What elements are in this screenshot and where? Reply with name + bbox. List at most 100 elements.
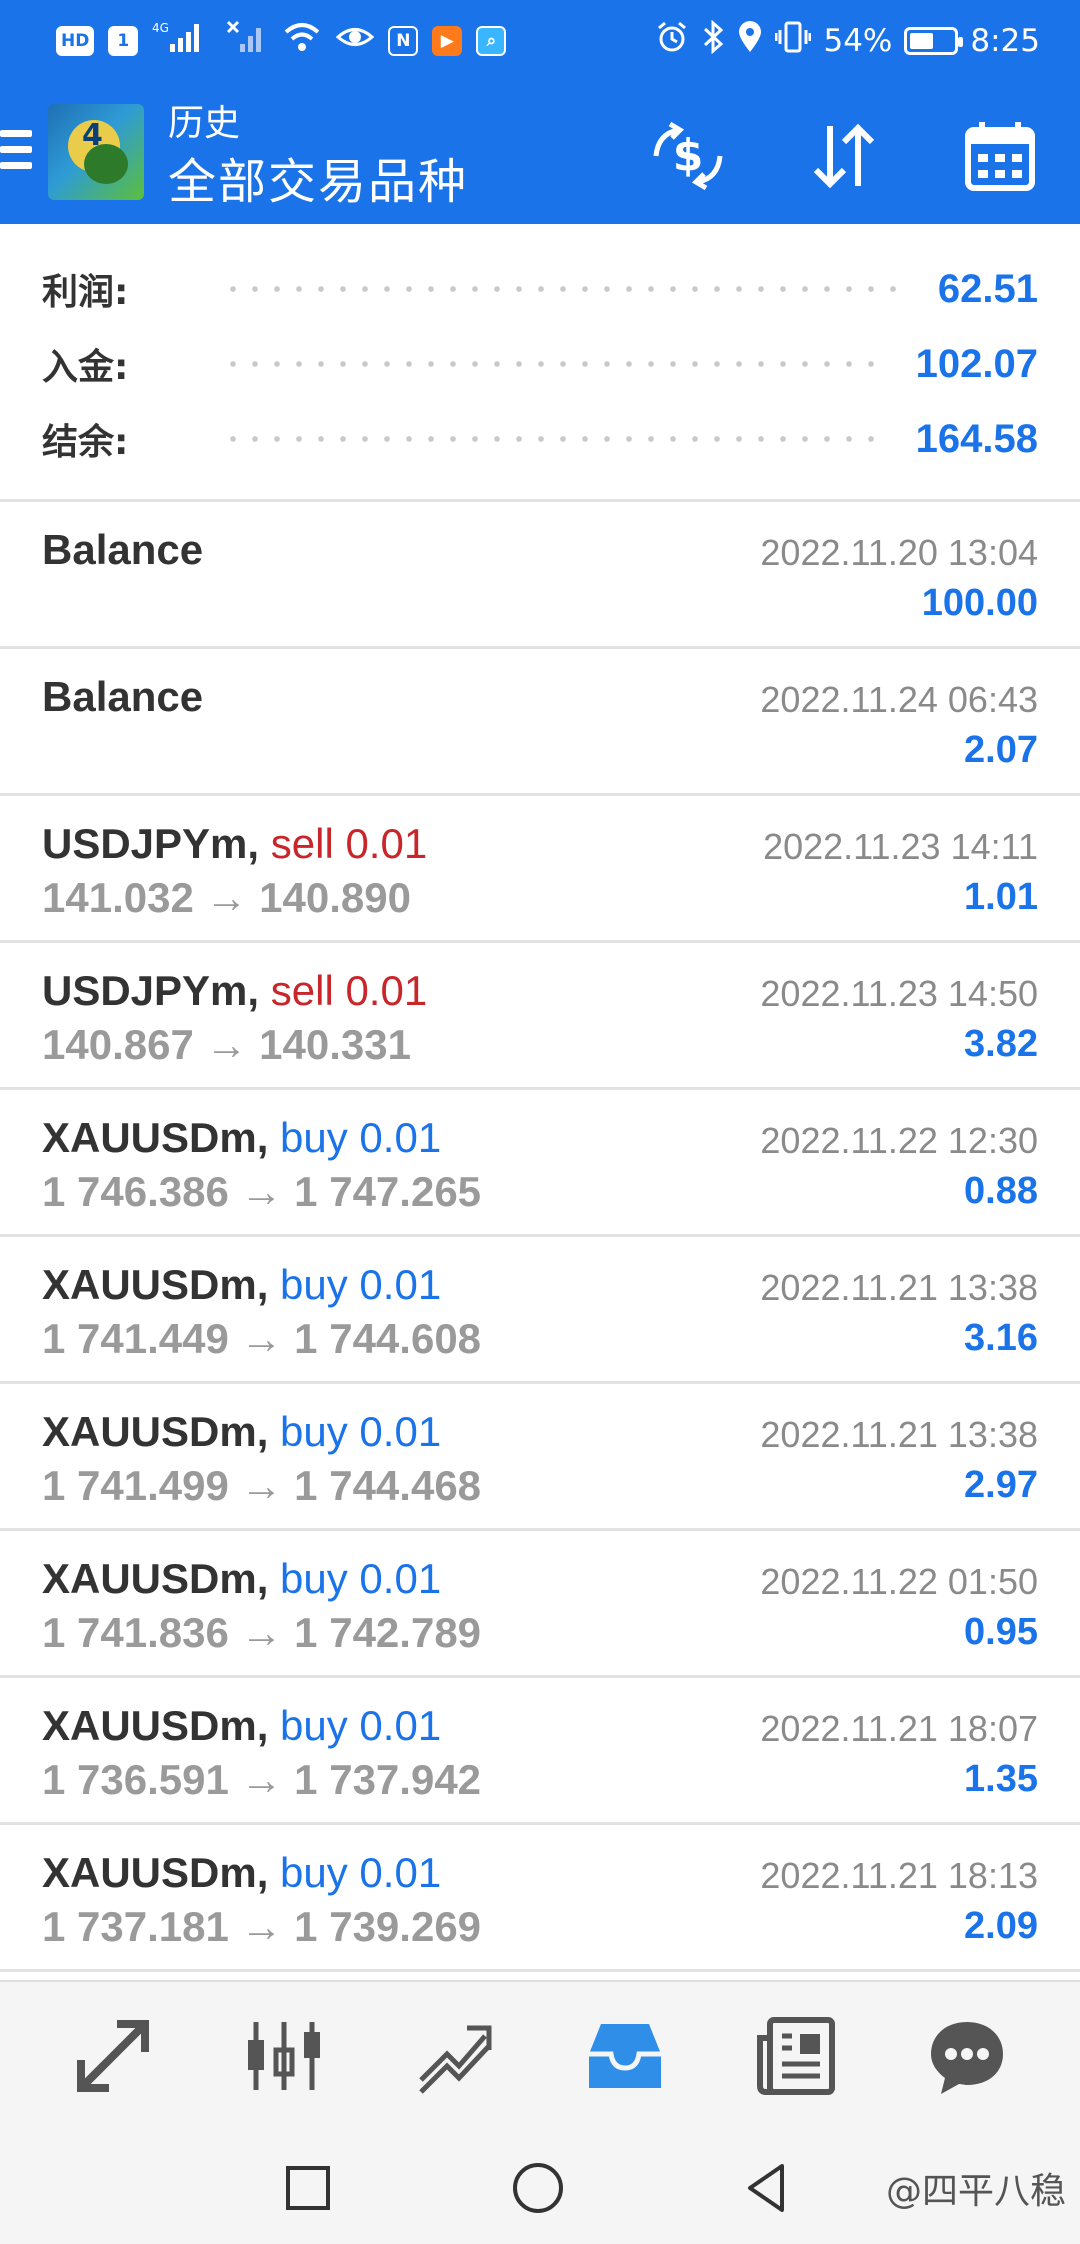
home-icon[interactable] bbox=[508, 2158, 568, 2218]
history-row[interactable]: XAUUSDm, buy 0.01 1 737.181 → 1 739.269 20… bbox=[0, 1825, 1080, 1972]
symbol-name: XAUUSDm, bbox=[42, 1261, 281, 1308]
nfc-icon: N bbox=[388, 26, 419, 56]
trade-profit: 100.00 bbox=[921, 582, 1038, 624]
trade-side: buy 0.01 bbox=[280, 1261, 442, 1308]
row-symbol: Balance bbox=[42, 673, 203, 721]
dotted-leader bbox=[222, 286, 910, 292]
history-row[interactable]: USDJPYm, sell 0.01 140.867 → 140.331 2022.… bbox=[0, 943, 1080, 1090]
row-symbol: XAUUSDm, buy 0.01 bbox=[42, 1261, 441, 1309]
bottom-navigation bbox=[0, 1980, 1080, 2130]
trade-profit: 1.01 bbox=[964, 876, 1038, 918]
history-row[interactable]: XAUUSDm, buy 0.01 1 741.449 → 1 744.608 20… bbox=[0, 1237, 1080, 1384]
trade-side: buy 0.01 bbox=[280, 1408, 442, 1455]
history-summary: 利润: 62.51 入金: 102.07 结余: 164.58 bbox=[0, 224, 1080, 502]
history-row[interactable]: Balance 2022.11.24 06:43 2.07 bbox=[0, 649, 1080, 796]
trade-side: buy 0.01 bbox=[280, 1555, 442, 1602]
trade-side: buy 0.01 bbox=[280, 1114, 442, 1161]
clock: 8:25 bbox=[970, 23, 1040, 59]
wifi-icon bbox=[282, 20, 322, 62]
currency-swap-icon[interactable]: $ bbox=[648, 116, 728, 196]
dotted-leader bbox=[222, 361, 888, 367]
trade-profit: 1.35 bbox=[964, 1758, 1038, 1800]
trade-date: 2022.11.21 13:38 bbox=[760, 1267, 1038, 1308]
menu-icon[interactable] bbox=[0, 130, 32, 178]
history-row[interactable]: XAUUSDm, buy 0.01 1 746.386 → 1 747.265 20… bbox=[0, 1090, 1080, 1237]
svg-text:$: $ bbox=[673, 130, 704, 181]
battery-percent: 54% bbox=[823, 23, 893, 59]
metatrader-logo[interactable]: 4 bbox=[48, 104, 144, 200]
row-symbol: USDJPYm, sell 0.01 bbox=[42, 967, 427, 1015]
history-row[interactable]: USDJPYm, sell 0.01 141.032 → 140.890 2022.… bbox=[0, 796, 1080, 943]
sim-icon: 1 bbox=[108, 26, 139, 56]
trade-profit: 3.16 bbox=[964, 1317, 1038, 1359]
status-right-icons: 54% 8:25 bbox=[655, 19, 1040, 62]
row-symbol: XAUUSDm, buy 0.01 bbox=[42, 1114, 441, 1162]
hd-icon: HD bbox=[56, 26, 95, 56]
trade-date: 2022.11.21 18:07 bbox=[760, 1708, 1038, 1749]
trade-date: 2022.11.22 12:30 bbox=[760, 1120, 1038, 1161]
history-row[interactable]: Balance 2022.11.20 13:04 100.00 bbox=[0, 502, 1080, 649]
symbol-name: Balance bbox=[42, 526, 204, 573]
trade-profit: 0.95 bbox=[964, 1611, 1038, 1653]
chat-icon[interactable] bbox=[907, 1996, 1027, 2116]
trade-profit: 0.88 bbox=[964, 1170, 1038, 1212]
battery-fill bbox=[910, 33, 934, 49]
signal-2-icon bbox=[226, 20, 268, 62]
page-subtitle: 历史 bbox=[168, 103, 241, 144]
system-navigation: @四平八稳 bbox=[0, 2130, 1080, 2244]
summary-deposit-row: 入金: 102.07 bbox=[42, 327, 1038, 401]
trade-profit: 3.82 bbox=[964, 1023, 1038, 1065]
bluetooth-icon bbox=[701, 19, 725, 62]
history-row[interactable]: XAUUSDm, buy 0.01 1 736.591 → 1 737.942 20… bbox=[0, 1678, 1080, 1825]
balance-value: 164.58 bbox=[915, 416, 1038, 461]
history-icon[interactable] bbox=[565, 1996, 685, 2116]
history-row[interactable]: XAUUSDm, buy 0.01 1 741.836 → 1 742.789 20… bbox=[0, 1531, 1080, 1678]
battery-icon bbox=[904, 27, 964, 55]
trade-profit: 2.09 bbox=[964, 1905, 1038, 1947]
location-icon bbox=[737, 20, 763, 62]
chart-icon[interactable] bbox=[224, 1996, 344, 2116]
deposit-label: 入金: bbox=[42, 347, 129, 388]
trade-date: 2022.11.23 14:11 bbox=[763, 826, 1038, 867]
sort-icon[interactable] bbox=[804, 116, 884, 196]
trade-side: buy 0.01 bbox=[280, 1849, 442, 1896]
app-bar: 4 历史 全部交易品种 $ bbox=[0, 82, 1080, 224]
dotted-leader bbox=[222, 436, 888, 442]
row-symbol: XAUUSDm, buy 0.01 bbox=[42, 1849, 441, 1897]
history-row[interactable]: XAUUSDm, buy 0.01 1 741.499 → 1 744.468 20… bbox=[0, 1384, 1080, 1531]
quotes-icon[interactable] bbox=[53, 1996, 173, 2116]
trade-date: 2022.11.20 13:04 bbox=[760, 532, 1038, 573]
watermark: @四平八稳 bbox=[885, 2171, 1066, 2212]
balance-label: 结余: bbox=[42, 422, 129, 463]
price-range: 1 741.449 → 1 744.608 bbox=[42, 1315, 482, 1362]
trade-side: buy 0.01 bbox=[280, 1702, 442, 1749]
trade-side: sell 0.01 bbox=[270, 820, 428, 867]
search-app-icon: ⌕ bbox=[476, 26, 507, 56]
back-icon[interactable] bbox=[738, 2158, 798, 2218]
status-bar: HD 1 4G N ▶ ⌕ 54% 8:25 bbox=[0, 0, 1080, 82]
page-title[interactable]: 全部交易品种 bbox=[168, 142, 468, 212]
trade-profit: 2.97 bbox=[964, 1464, 1038, 1506]
video-app-icon: ▶ bbox=[432, 26, 463, 56]
symbol-name: XAUUSDm, bbox=[42, 1555, 281, 1602]
trade-side: sell 0.01 bbox=[270, 967, 428, 1014]
deposit-value: 102.07 bbox=[915, 341, 1038, 386]
price-range: 1 741.499 → 1 744.468 bbox=[42, 1462, 482, 1509]
row-symbol: Balance bbox=[42, 526, 203, 574]
price-range: 1 736.591 → 1 737.942 bbox=[42, 1756, 482, 1803]
calendar-icon[interactable] bbox=[960, 116, 1040, 196]
price-range: 1 737.181 → 1 739.269 bbox=[42, 1903, 482, 1950]
trade-date: 2022.11.21 18:13 bbox=[760, 1855, 1038, 1896]
trade-date: 2022.11.21 13:38 bbox=[760, 1414, 1038, 1455]
status-left-icons: HD 1 4G N ▶ ⌕ bbox=[56, 20, 507, 62]
price-range: 1 746.386 → 1 747.265 bbox=[42, 1168, 482, 1215]
signal-label: 4G bbox=[152, 21, 169, 35]
symbol-name: Balance bbox=[42, 673, 204, 720]
row-symbol: XAUUSDm, buy 0.01 bbox=[42, 1702, 441, 1750]
profit-value: 62.51 bbox=[937, 266, 1038, 311]
recents-icon[interactable] bbox=[278, 2158, 338, 2218]
news-icon[interactable] bbox=[736, 1996, 856, 2116]
history-list: Balance 2022.11.20 13:04 100.00 Balance 2022… bbox=[0, 502, 1080, 1972]
symbol-name: USDJPYm, bbox=[42, 967, 271, 1014]
trade-icon[interactable] bbox=[395, 1996, 515, 2116]
